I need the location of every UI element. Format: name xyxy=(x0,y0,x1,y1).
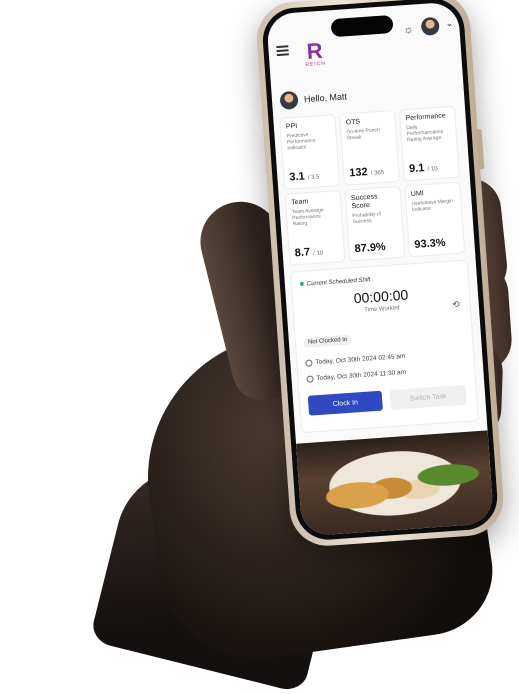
metric-desc: Probability of Success xyxy=(352,211,382,226)
metric-value: 3.1 / 3.5 xyxy=(289,170,320,184)
avatar[interactable] xyxy=(420,16,440,36)
chevron-down-icon[interactable]: ⌄ xyxy=(445,18,453,29)
logo: R REICH xyxy=(294,38,336,69)
metric-title: Success Score xyxy=(350,193,378,211)
metric-value: 93.3% xyxy=(414,236,447,251)
side-button xyxy=(476,129,485,170)
food-image xyxy=(296,430,495,537)
status-dot xyxy=(299,281,305,287)
greeting-text: Hello, Matt xyxy=(303,91,348,105)
clock-icon xyxy=(306,375,314,383)
shift-start: Today, Oct 30th 2024 02:45 am xyxy=(305,353,406,367)
greeting: Hello, Matt xyxy=(279,87,347,110)
avatar xyxy=(279,90,299,110)
menu-icon[interactable] xyxy=(276,45,289,58)
shift-panel: Current Scheduled Shift 00:00:00 Time Wo… xyxy=(290,259,479,434)
logo-word: REICH xyxy=(305,60,327,69)
phone: R REICH ☼ ⌄ Hello, Matt PPI Predictive P… xyxy=(254,0,506,549)
clock-in-button[interactable]: Clock In xyxy=(307,390,383,416)
metric-desc: On-time Punch Streak xyxy=(346,127,380,142)
phone-bezel: R REICH ☼ ⌄ Hello, Matt PPI Predictive P… xyxy=(260,0,500,542)
top-bar: R REICH ☼ ⌄ xyxy=(267,11,462,76)
clock-icon xyxy=(305,359,313,367)
metric-desc: Predictive Performance Indicator xyxy=(286,132,316,152)
metric-card-team[interactable]: Team Team Average Performance Rating 8.7… xyxy=(284,189,346,266)
metric-card-ots[interactable]: OTS On-time Punch Streak 132 / 365 xyxy=(339,109,401,186)
metric-value: 132 / 365 xyxy=(348,166,385,180)
sun-icon[interactable]: ☼ xyxy=(403,24,414,37)
metric-desc: Team Average Performance Rating xyxy=(291,207,324,228)
metric-desc: Usefulness Margin Indicator xyxy=(411,198,454,214)
metric-cards: PPI Predictive Performance Indicator 3.1… xyxy=(279,105,466,266)
status-badge: Not Clocked In xyxy=(303,334,352,348)
metric-card-umi[interactable]: UMI Usefulness Margin Indicator 93.3% xyxy=(404,181,466,258)
metric-card-success-score[interactable]: Success Score Probability of Success 87.… xyxy=(344,185,406,262)
metric-value: 87.9% xyxy=(354,240,387,256)
current-shift-label: Current Scheduled Shift xyxy=(299,277,371,288)
metric-card-performance[interactable]: Performance Daily Performancance Rating … xyxy=(398,105,460,182)
metric-value: 8.7 / 10 xyxy=(294,246,324,260)
screen: R REICH ☼ ⌄ Hello, Matt PPI Predictive P… xyxy=(266,1,495,537)
metric-desc: Daily Performancance Rating Average xyxy=(406,124,444,144)
shift-end: Today, Oct 30th 2024 11:30 am xyxy=(306,369,406,383)
metric-value: 9.1 / 10 xyxy=(408,162,438,176)
switch-task-button[interactable]: Switch Task xyxy=(389,384,467,411)
history-icon[interactable]: ⟲ xyxy=(452,299,460,310)
metric-card-ppi[interactable]: PPI Predictive Performance Indicator 3.1… xyxy=(279,114,341,190)
